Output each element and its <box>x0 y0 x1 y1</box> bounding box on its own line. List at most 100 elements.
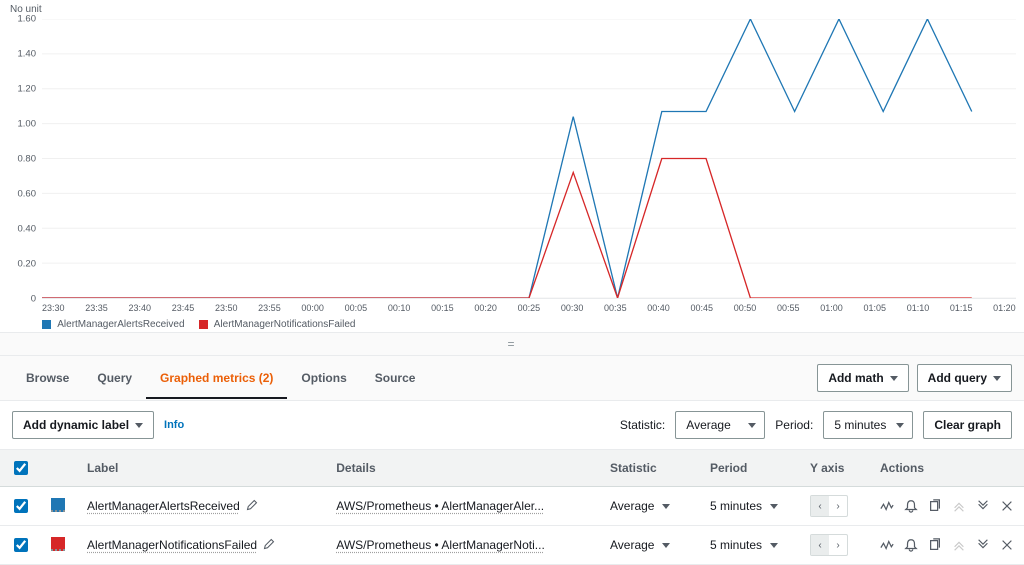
col-details: Details <box>326 450 600 487</box>
x-tick: 00:00 <box>301 303 324 313</box>
tab-options[interactable]: Options <box>287 359 360 397</box>
tab-bar: Browse Query Graphed metrics (2) Options… <box>0 356 1024 401</box>
col-period: Period <box>700 450 800 487</box>
row-statistic-select[interactable]: Average <box>610 499 670 513</box>
legend-item-1[interactable]: AlertManagerAlertsReceived <box>42 319 185 330</box>
x-tick: 01:10 <box>907 303 930 313</box>
x-tick: 00:20 <box>474 303 497 313</box>
edit-icon[interactable] <box>263 538 275 550</box>
add-query-button[interactable]: Add query <box>917 364 1012 392</box>
x-tick: 01:20 <box>993 303 1016 313</box>
info-link[interactable]: Info <box>164 419 184 431</box>
yaxis-toggle[interactable]: ‹› <box>810 534 848 556</box>
copy-icon[interactable] <box>928 499 942 513</box>
x-tick: 01:05 <box>863 303 886 313</box>
row-statistic-select[interactable]: Average <box>610 538 670 552</box>
col-label: Label <box>77 450 326 487</box>
move-up-icon[interactable] <box>952 538 966 552</box>
close-icon[interactable] <box>1000 538 1014 552</box>
x-tick: 23:45 <box>172 303 195 313</box>
row-checkbox[interactable] <box>14 499 28 513</box>
x-tick: 23:35 <box>85 303 108 313</box>
axis-right-icon: › <box>829 535 847 555</box>
y-tick: 1.60 <box>18 14 37 24</box>
caret-down-icon <box>770 504 778 509</box>
copy-icon[interactable] <box>928 538 942 552</box>
tab-browse[interactable]: Browse <box>12 359 83 397</box>
add-dynamic-label-button[interactable]: Add dynamic label <box>12 411 154 439</box>
row-actions <box>880 499 1014 513</box>
axis-left-icon: ‹ <box>811 535 829 555</box>
caret-down-icon <box>662 543 670 548</box>
controls-row: Add dynamic label Info Statistic: Averag… <box>0 401 1024 449</box>
move-down-icon[interactable] <box>976 499 990 513</box>
select-all-checkbox[interactable] <box>14 461 28 475</box>
tab-query[interactable]: Query <box>83 359 146 397</box>
col-yaxis: Y axis <box>800 450 870 487</box>
x-tick: 23:30 <box>42 303 65 313</box>
axis-right-icon: › <box>829 496 847 516</box>
series-color-chip[interactable] <box>51 498 65 512</box>
series-color-chip[interactable] <box>51 537 65 551</box>
y-tick: 1.40 <box>18 49 37 59</box>
period-label: Period: <box>775 418 813 432</box>
table-row: AlertManagerNotificationsFailed AWS/Prom… <box>0 526 1024 565</box>
drag-handle-icon[interactable]: = <box>0 332 1024 356</box>
legend-item-2[interactable]: AlertManagerNotificationsFailed <box>199 319 356 330</box>
caret-down-icon <box>662 504 670 509</box>
x-tick: 00:40 <box>647 303 670 313</box>
x-tick: 00:15 <box>431 303 454 313</box>
x-tick: 00:25 <box>518 303 541 313</box>
x-tick: 01:00 <box>820 303 843 313</box>
y-tick: 0.60 <box>18 189 37 199</box>
statistic-select[interactable]: Average <box>675 411 765 439</box>
metric-details: AWS/Prometheus • AlertManagerAler... <box>326 487 600 526</box>
x-tick: 01:15 <box>950 303 973 313</box>
y-tick: 0.40 <box>18 224 37 234</box>
y-tick: 0.20 <box>18 259 37 269</box>
anomaly-icon[interactable] <box>880 538 894 552</box>
x-tick: 00:35 <box>604 303 627 313</box>
y-tick: 1.00 <box>18 119 37 129</box>
clear-graph-button[interactable]: Clear graph <box>923 411 1012 439</box>
tab-graphed-metrics[interactable]: Graphed metrics (2) <box>146 359 287 399</box>
y-tick: 0.80 <box>18 154 37 164</box>
chart-panel: No unit 00.200.400.600.801.001.201.401.6… <box>0 0 1024 330</box>
x-tick: 23:40 <box>128 303 151 313</box>
yaxis-toggle[interactable]: ‹› <box>810 495 848 517</box>
caret-down-icon <box>135 423 143 428</box>
add-math-button[interactable]: Add math <box>817 364 908 392</box>
row-actions <box>880 538 1014 552</box>
x-tick: 00:30 <box>561 303 584 313</box>
close-icon[interactable] <box>1000 499 1014 513</box>
table-row: AlertManagerAlertsReceived AWS/Prometheu… <box>0 487 1024 526</box>
col-actions: Actions <box>870 450 1024 487</box>
caret-down-icon <box>770 543 778 548</box>
row-period-select[interactable]: 5 minutes <box>710 538 778 552</box>
yaxis-label: No unit <box>10 4 1016 15</box>
x-tick: 00:55 <box>777 303 800 313</box>
alarm-icon[interactable] <box>904 499 918 513</box>
x-tick: 00:05 <box>345 303 368 313</box>
tab-source[interactable]: Source <box>361 359 430 397</box>
metric-details: AWS/Prometheus • AlertManagerNoti... <box>326 526 600 565</box>
legend-swatch-red <box>199 320 208 329</box>
alarm-icon[interactable] <box>904 538 918 552</box>
x-axis: 23:3023:3523:4023:4523:5023:5500:0000:05… <box>42 299 1016 313</box>
plot-area[interactable] <box>42 19 1016 299</box>
anomaly-icon[interactable] <box>880 499 894 513</box>
y-tick: 0 <box>31 294 36 304</box>
chart-legend: AlertManagerAlertsReceived AlertManagerN… <box>42 319 1016 330</box>
x-tick: 23:50 <box>215 303 238 313</box>
x-tick: 00:50 <box>734 303 757 313</box>
row-checkbox[interactable] <box>14 538 28 552</box>
edit-icon[interactable] <box>246 499 258 511</box>
metric-label[interactable]: AlertManagerAlertsReceived <box>77 487 326 526</box>
y-axis: 00.200.400.600.801.001.201.401.60 <box>8 19 42 299</box>
row-period-select[interactable]: 5 minutes <box>710 499 778 513</box>
period-select[interactable]: 5 minutes <box>823 411 913 439</box>
metric-label[interactable]: AlertManagerNotificationsFailed <box>77 526 326 565</box>
move-down-icon[interactable] <box>976 538 990 552</box>
statistic-label: Statistic: <box>620 418 665 432</box>
move-up-icon[interactable] <box>952 499 966 513</box>
